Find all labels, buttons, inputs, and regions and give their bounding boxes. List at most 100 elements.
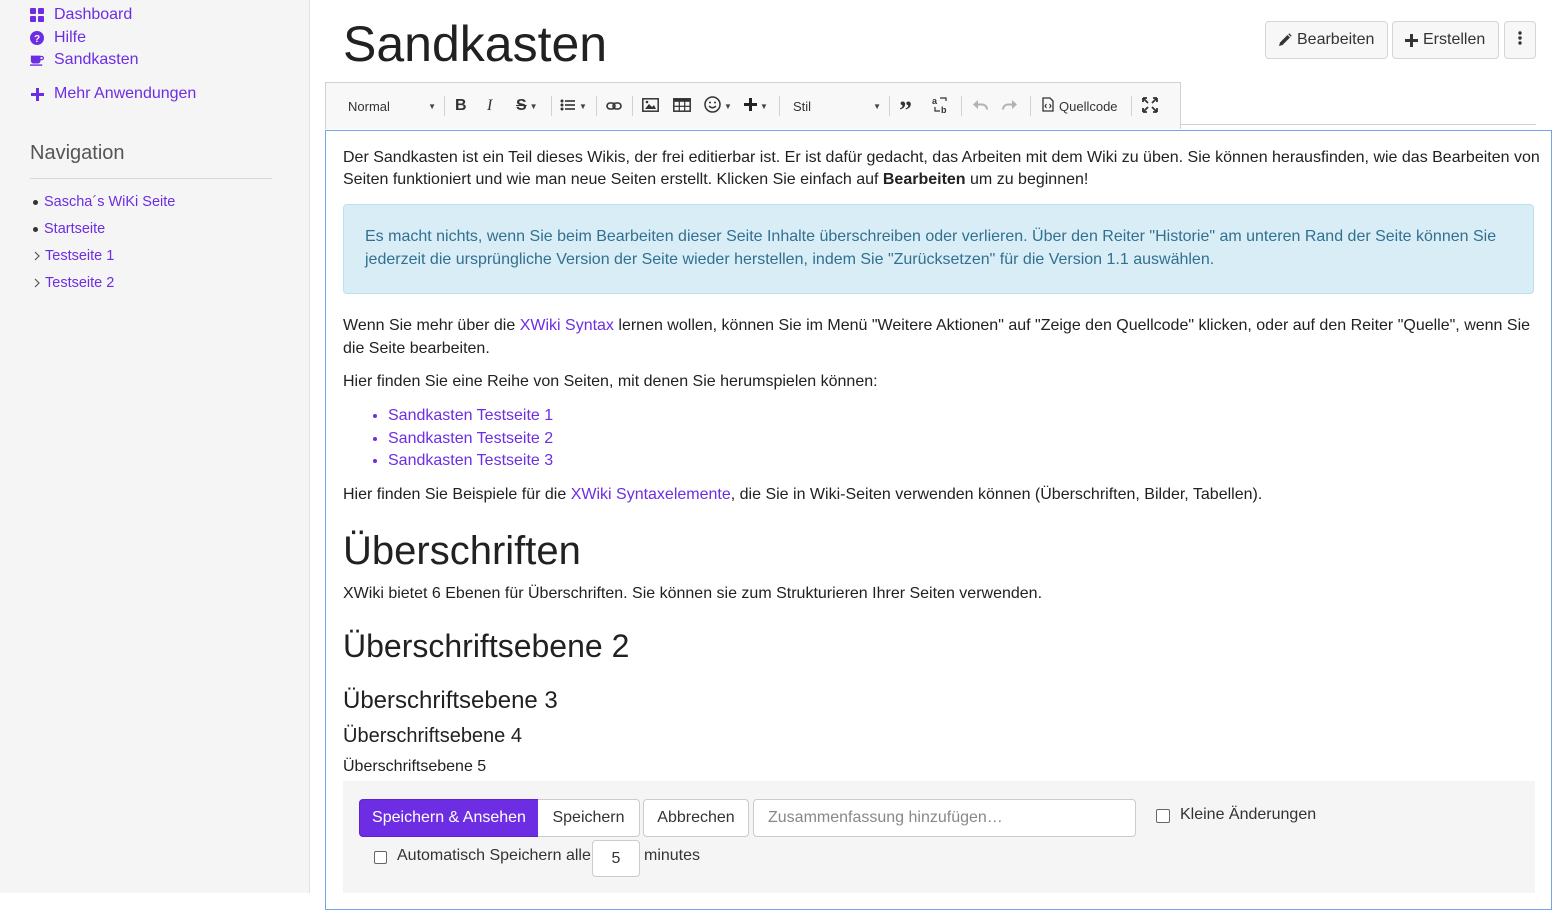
bold-text: Bearbeiten — [882, 171, 966, 188]
strikethrough-icon: S — [516, 97, 527, 114]
text: Seiten funktioniert und wie man neue Sei… — [343, 171, 883, 188]
divider — [1030, 96, 1031, 116]
more-apps-link[interactable]: Mehr Anwendungen — [30, 83, 196, 105]
autosave-label: Automatisch Speichern alle — [397, 847, 591, 864]
nav-item-label: Sascha´s WiKi Seite — [44, 194, 176, 210]
list-icon — [560, 99, 576, 114]
minor-changes-checkbox[interactable] — [1156, 809, 1170, 823]
app-item-help[interactable]: ? Hilfe — [30, 27, 86, 49]
xwiki-syntax-link[interactable]: XWiki Syntax — [520, 317, 614, 334]
divider — [444, 96, 445, 116]
source-button[interactable]: Quellcode — [1042, 95, 1118, 117]
summary-input[interactable] — [753, 799, 1136, 837]
link-icon — [606, 99, 622, 114]
editor-toolbar: Normal ▼ B I S ▼ ▼ ▼ ▼ Stil ▼ ” a b Quel… — [325, 82, 1181, 129]
undo-icon — [972, 99, 988, 114]
headings-description: XWiki bietet 6 Ebenen für Überschriften.… — [343, 585, 1043, 602]
pencil-icon — [1278, 33, 1292, 47]
nav-item-sascha-wiki[interactable]: Sascha´s WiKi Seite — [33, 192, 175, 212]
navigation-title: Navigation — [30, 142, 125, 164]
emoji-button[interactable]: ▼ — [704, 95, 732, 117]
blockquote-button[interactable]: ” — [899, 95, 912, 123]
plus-icon — [30, 87, 44, 101]
list-button[interactable]: ▼ — [560, 95, 587, 117]
divider — [30, 178, 272, 179]
text: Wenn Sie mehr über die — [343, 317, 520, 334]
save-button[interactable]: Speichern — [538, 799, 640, 837]
minutes-label: minutes — [644, 847, 701, 864]
divider — [551, 96, 552, 116]
edit-button[interactable]: Bearbeiten — [1265, 21, 1388, 59]
app-item-sandbox[interactable]: Sandkasten — [30, 49, 139, 71]
pages-intro: Hier finden Sie eine Reihe von Seiten, m… — [343, 373, 878, 390]
format-dropdown-value: Normal — [348, 98, 390, 114]
intro-paragraph-line-1: Der Sandkasten ist ein Teil dieses Wikis… — [343, 149, 1540, 166]
intro-paragraph-line-2: Seiten funktioniert und wie man neue Sei… — [343, 169, 1088, 192]
caret-down-icon: ▼ — [873, 101, 881, 111]
nav-item-label: Startseite — [44, 221, 106, 237]
divider — [961, 96, 962, 116]
svg-text:b: b — [941, 105, 947, 114]
translate-icon: ab — [932, 96, 950, 117]
table-icon — [673, 97, 691, 115]
sandbox-page-link-2[interactable]: Sandkasten Testseite 2 — [388, 430, 553, 447]
nav-item-testseite-1[interactable]: Testseite 1 — [33, 246, 114, 266]
info-box: Es macht nichts, wenn Sie beim Bearbeite… — [343, 204, 1534, 294]
style-dropdown-value: Stil — [793, 98, 812, 114]
sandbox-page-link-1[interactable]: Sandkasten Testseite 1 — [388, 407, 553, 424]
divider — [632, 96, 633, 116]
sandbox-page-link-3[interactable]: Sandkasten Testseite 3 — [388, 452, 553, 469]
insert-button[interactable]: ▼ — [744, 95, 768, 117]
save-and-view-button[interactable]: Speichern & Ansehen — [359, 799, 539, 837]
divider — [779, 96, 780, 116]
caret-down-icon: ▼ — [760, 101, 768, 111]
text: lernen wollen, können Sie im Menü "Weite… — [613, 317, 1531, 334]
info-box-line-1: Es macht nichts, wenn Sie beim Bearbeite… — [365, 228, 1497, 245]
page-title: Sandkasten — [343, 16, 608, 72]
svg-text:a: a — [932, 96, 938, 106]
heading-2: Überschriftsebene 2 — [343, 628, 630, 664]
image-button[interactable] — [642, 95, 659, 117]
heading-1: Überschriften — [343, 529, 581, 573]
autosave-minutes-input[interactable] — [592, 840, 640, 877]
minor-changes-label: Kleine Änderungen — [1180, 806, 1317, 823]
table-button[interactable] — [673, 95, 691, 117]
nav-item-label: Testseite 2 — [45, 275, 115, 291]
caret-down-icon: ▼ — [724, 101, 732, 111]
chevron-right-icon[interactable] — [33, 276, 44, 291]
image-icon — [642, 97, 659, 115]
link-button[interactable] — [606, 95, 622, 117]
syntax-paragraph-line-1: Wenn Sie mehr über die XWiki Syntax lern… — [343, 315, 1530, 338]
pages-list: Sandkasten Testseite 1 Sandkasten Testse… — [372, 405, 553, 473]
chevron-right-icon[interactable] — [33, 249, 44, 264]
help-icon: ? — [30, 31, 44, 45]
nav-item-testseite-2[interactable]: Testseite 2 — [33, 273, 114, 293]
italic-button[interactable]: I — [487, 95, 492, 117]
more-actions-button[interactable] — [1504, 21, 1536, 59]
redo-button[interactable] — [1002, 95, 1018, 117]
maximize-icon — [1142, 96, 1158, 116]
bullet-icon — [33, 199, 38, 205]
maximize-button[interactable] — [1142, 95, 1158, 117]
format-dropdown[interactable]: Normal ▼ — [348, 95, 436, 117]
nav-item-startseite[interactable]: Startseite — [33, 219, 105, 239]
heading-3: Überschriftsebene 3 — [343, 687, 558, 714]
bold-button[interactable]: B — [455, 95, 467, 117]
app-item-label: Dashboard — [54, 6, 133, 23]
quote-icon: ” — [899, 95, 912, 125]
autosave-checkbox[interactable] — [374, 851, 387, 864]
italic-icon: I — [487, 97, 493, 114]
xwiki-syntax-elements-link[interactable]: XWiki Syntaxelemente — [571, 486, 731, 503]
undo-button[interactable] — [972, 95, 988, 117]
language-button[interactable]: ab — [932, 95, 950, 117]
edit-button-label: Bearbeiten — [1297, 31, 1375, 48]
text: um zu beginnen! — [965, 171, 1089, 188]
list-item: Sandkasten Testseite 1 — [388, 405, 553, 428]
divider — [596, 96, 597, 116]
smiley-icon — [704, 96, 721, 116]
style-dropdown[interactable]: Stil ▼ — [793, 95, 881, 117]
strikethrough-button[interactable]: S ▼ — [516, 95, 538, 117]
create-button[interactable]: Erstellen — [1392, 21, 1499, 59]
app-item-dashboard[interactable]: Dashboard — [30, 4, 132, 26]
cancel-button[interactable]: Abbrechen — [643, 799, 749, 837]
